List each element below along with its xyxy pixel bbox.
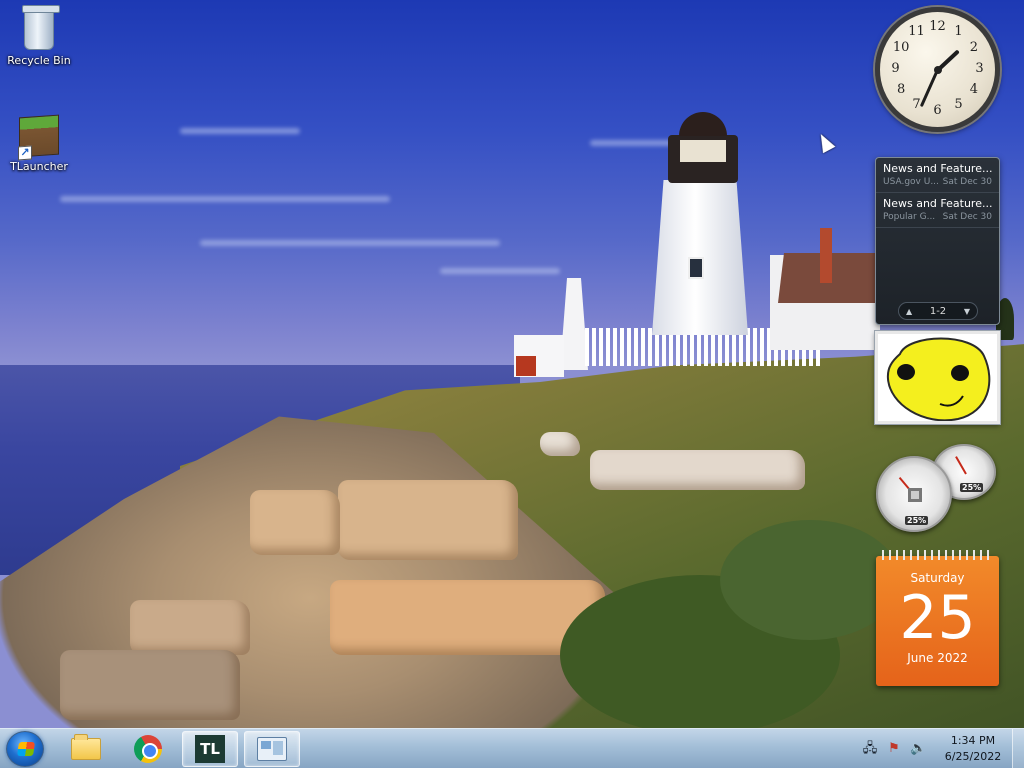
wallpaper-rock	[60, 650, 240, 720]
calendar-month-year: June 2022	[907, 651, 968, 665]
clock-number: 3	[975, 60, 984, 76]
calendar-gadget[interactable]: Saturday 25 June 2022	[876, 550, 999, 686]
feed-pager: ▲ 1-2 ▼	[898, 302, 978, 320]
feed-item-source: USA.gov U...	[883, 177, 939, 187]
clock-number: 8	[896, 81, 906, 97]
desktop-icon-label: TLauncher	[10, 160, 68, 173]
tlauncher-icon: ↗	[18, 114, 59, 161]
taskbar: TL 🖧 ⚑ 🔈 1:34 PM 6/25/2022	[0, 728, 1024, 768]
clock-number: 4	[969, 81, 978, 97]
calendar-rings	[882, 550, 993, 560]
desktop-icon-tlauncher[interactable]: ↗ TLauncher	[1, 114, 77, 173]
taskbar-time: 1:34 PM	[950, 734, 996, 747]
memory-needle	[955, 456, 967, 475]
wallpaper-shed-door	[516, 356, 536, 376]
taskbar-clock[interactable]: 1:34 PM 6/25/2022	[940, 733, 1006, 765]
wallpaper-rock	[540, 432, 580, 456]
start-button[interactable]	[6, 731, 44, 767]
wallpaper-rock	[590, 450, 805, 490]
tlauncher-icon: TL	[195, 735, 225, 763]
wallpaper-rock	[338, 480, 518, 560]
folder-icon	[71, 734, 101, 760]
taskbar-file-explorer-button[interactable]	[58, 731, 114, 767]
smiley-face-drawing	[886, 337, 991, 422]
clock-gadget[interactable]: 12 1 2 3 4 5 6 7 8 9 10 11	[875, 7, 1000, 132]
network-icon[interactable]: 🖧	[862, 741, 878, 757]
clock-center	[933, 65, 942, 74]
wallpaper-rock	[250, 490, 340, 555]
taskbar-chrome-button[interactable]	[120, 731, 176, 767]
taskbar-gadgets-button[interactable]	[244, 731, 300, 767]
wallpaper-rock	[130, 600, 250, 655]
notification-area: 🖧 ⚑ 🔈	[862, 729, 926, 768]
wallpaper-cloud	[590, 140, 680, 146]
clock-number: 11	[908, 24, 925, 40]
gadgets-icon	[257, 737, 287, 761]
feed-item[interactable]: News and Feature... USA.gov U... Sat Dec…	[876, 158, 999, 193]
feed-headlines-gadget[interactable]: News and Feature... USA.gov U... Sat Dec…	[875, 157, 1000, 325]
clock-number: 7	[912, 96, 921, 112]
clock-number: 12	[929, 18, 946, 34]
feed-item-title: News and Feature...	[883, 162, 992, 175]
cpu-center-icon	[908, 488, 922, 502]
wallpaper-cloud	[180, 128, 300, 134]
taskbar-date: 6/25/2022	[944, 750, 1002, 763]
cpu-percent: 25%	[905, 516, 929, 525]
clock-number: 9	[891, 60, 900, 76]
feed-item-title: News and Feature...	[883, 197, 992, 210]
clock-number: 1	[954, 24, 963, 40]
feed-item-date: Sat Dec 30	[942, 177, 992, 187]
wallpaper-cloud	[60, 196, 390, 202]
recycle-bin-icon	[22, 5, 60, 50]
wallpaper-cloud	[200, 240, 500, 246]
clock-number: 6	[933, 102, 942, 118]
desktop-icon-label: Recycle Bin	[7, 54, 71, 67]
show-desktop-button[interactable]	[1012, 729, 1024, 768]
wallpaper-lighthouse-window	[688, 257, 704, 279]
shortcut-arrow-icon: ↗	[18, 145, 32, 161]
feed-item[interactable]: News and Feature... Popular G... Sat Dec…	[876, 193, 999, 228]
feed-item-source: Popular G...	[883, 212, 936, 222]
chrome-icon	[134, 735, 162, 763]
action-center-flag-icon[interactable]: ⚑	[886, 741, 902, 757]
mouse-cursor-icon	[814, 130, 836, 154]
volume-icon[interactable]: 🔈	[910, 741, 926, 757]
wallpaper-bush	[720, 520, 900, 640]
wallpaper-lighthouse-cap	[679, 112, 727, 136]
desktop-icon-recycle-bin[interactable]: Recycle Bin	[1, 5, 77, 67]
feed-pager-label: 1-2	[929, 305, 947, 317]
clock-number: 5	[954, 96, 963, 112]
wallpaper-lantern-glass	[680, 140, 726, 162]
wallpaper-cloud	[440, 268, 560, 274]
wallpaper-chimney	[820, 228, 832, 283]
feed-next-arrow-icon[interactable]: ▼	[964, 307, 970, 316]
cpu-dial: 25%	[876, 456, 952, 532]
feed-item-date: Sat Dec 30	[942, 212, 992, 222]
feed-prev-arrow-icon[interactable]: ▲	[906, 307, 912, 316]
memory-percent: 25%	[960, 483, 984, 492]
wallpaper-tower	[560, 278, 588, 370]
clock-number: 10	[892, 39, 910, 55]
clock-number: 2	[969, 39, 978, 55]
taskbar-tlauncher-button[interactable]: TL	[182, 731, 238, 767]
calendar-day-number: 25	[899, 583, 976, 653]
picture-gadget[interactable]	[875, 331, 1000, 424]
desktop[interactable]: Recycle Bin ↗ TLauncher 12 1 2 3 4 5 6 7 8 9 10 11 …	[0, 0, 1024, 728]
